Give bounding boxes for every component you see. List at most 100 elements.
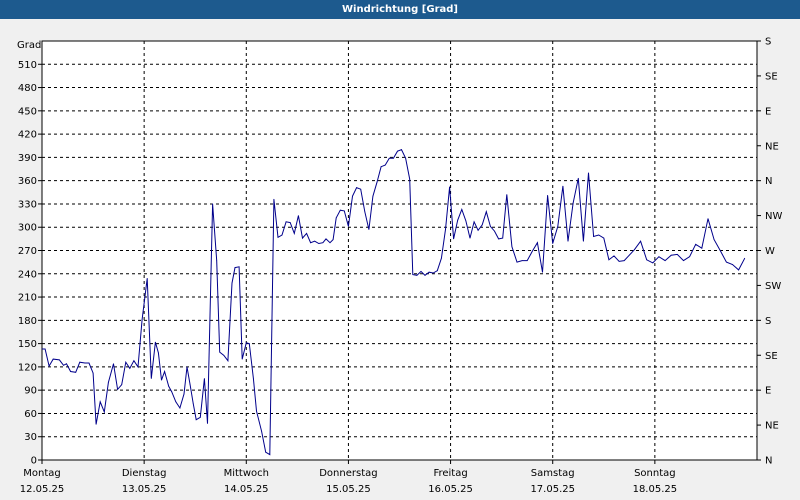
data-point	[223, 354, 225, 356]
compass-label: N	[765, 456, 772, 467]
data-point	[161, 379, 162, 381]
data-point	[302, 237, 303, 239]
x-tick-day: Sonntag	[634, 468, 676, 479]
data-point	[713, 239, 715, 241]
data-point	[216, 260, 218, 261]
y-tick-label: 60	[24, 409, 37, 420]
data-point	[547, 195, 548, 196]
data-point	[542, 271, 543, 273]
data-point	[241, 358, 243, 360]
data-point	[298, 215, 299, 217]
data-point	[608, 259, 610, 261]
y-tick-label: 30	[24, 432, 37, 443]
data-point	[281, 234, 283, 236]
x-tick-date: 17.05.25	[530, 484, 575, 495]
chart-title: Windrichtung [Grad]	[0, 0, 800, 19]
data-point	[368, 229, 370, 230]
data-point	[204, 378, 205, 379]
data-point	[322, 242, 324, 244]
data-point	[253, 378, 254, 379]
data-point	[393, 157, 394, 159]
data-point	[623, 260, 625, 261]
data-point	[701, 247, 703, 249]
data-point	[234, 267, 236, 268]
data-point	[146, 278, 148, 279]
data-point	[583, 240, 584, 242]
y-tick-label: 120	[18, 362, 37, 373]
data-point	[593, 236, 594, 237]
data-point	[719, 250, 721, 251]
y-tick-label: 180	[18, 316, 37, 327]
compass-label: NE	[765, 141, 779, 152]
data-point	[84, 362, 86, 364]
data-point	[137, 366, 139, 368]
data-point	[352, 195, 353, 197]
data-point	[521, 260, 523, 261]
data-point	[376, 181, 378, 183]
data-point	[461, 209, 463, 210]
data-point	[516, 261, 518, 263]
data-point	[401, 149, 402, 151]
data-point	[273, 198, 275, 200]
data-point	[613, 255, 615, 257]
data-point	[70, 371, 71, 372]
data-point	[192, 403, 194, 404]
data-point	[265, 451, 267, 453]
data-point	[314, 240, 316, 242]
x-tick-day: Mittwoch	[224, 468, 269, 479]
data-point	[92, 372, 94, 374]
data-point	[219, 351, 221, 353]
data-point	[658, 256, 660, 258]
data-point	[469, 237, 471, 239]
data-point	[477, 229, 479, 231]
data-point	[238, 266, 240, 268]
data-point	[207, 423, 208, 424]
data-point	[125, 361, 127, 363]
data-point	[552, 243, 554, 244]
y-tick-label: 480	[18, 83, 37, 94]
data-point	[689, 256, 690, 258]
y-tick-label: 300	[18, 223, 37, 234]
data-point	[567, 240, 569, 242]
data-point	[306, 233, 307, 234]
data-point	[577, 177, 579, 179]
data-point	[293, 233, 295, 234]
x-tick-date: 18.05.25	[633, 484, 678, 495]
data-point	[212, 203, 214, 205]
compass-label: SW	[765, 281, 781, 292]
compass-label: SE	[765, 351, 778, 362]
data-point	[155, 341, 156, 343]
data-point	[348, 226, 349, 227]
data-point	[48, 365, 50, 367]
data-point	[103, 411, 105, 413]
data-point	[199, 416, 201, 418]
data-point	[195, 419, 197, 421]
data-point	[397, 150, 398, 152]
data-point	[618, 261, 620, 262]
data-point	[141, 319, 143, 320]
compass-label: W	[765, 246, 775, 257]
data-point	[183, 393, 185, 395]
data-point	[310, 242, 311, 244]
data-point	[388, 157, 390, 159]
data-point	[652, 262, 654, 264]
data-point	[129, 368, 131, 369]
data-point	[453, 238, 454, 240]
data-point	[588, 172, 589, 174]
compass-label: NE	[765, 421, 779, 432]
data-point	[416, 274, 418, 276]
x-tick-day: Samstag	[531, 468, 575, 479]
x-tick-day: Freitag	[433, 468, 467, 479]
x-tick-date: 16.05.25	[428, 484, 473, 495]
data-point	[465, 220, 467, 222]
data-point	[405, 157, 406, 159]
data-point	[603, 237, 605, 239]
y-tick-label: 420	[18, 130, 37, 141]
data-point	[485, 211, 487, 213]
data-point	[646, 259, 648, 261]
data-point	[441, 257, 442, 259]
data-point	[179, 407, 181, 409]
data-point	[726, 261, 727, 263]
data-point	[384, 164, 386, 166]
data-point	[498, 238, 499, 240]
